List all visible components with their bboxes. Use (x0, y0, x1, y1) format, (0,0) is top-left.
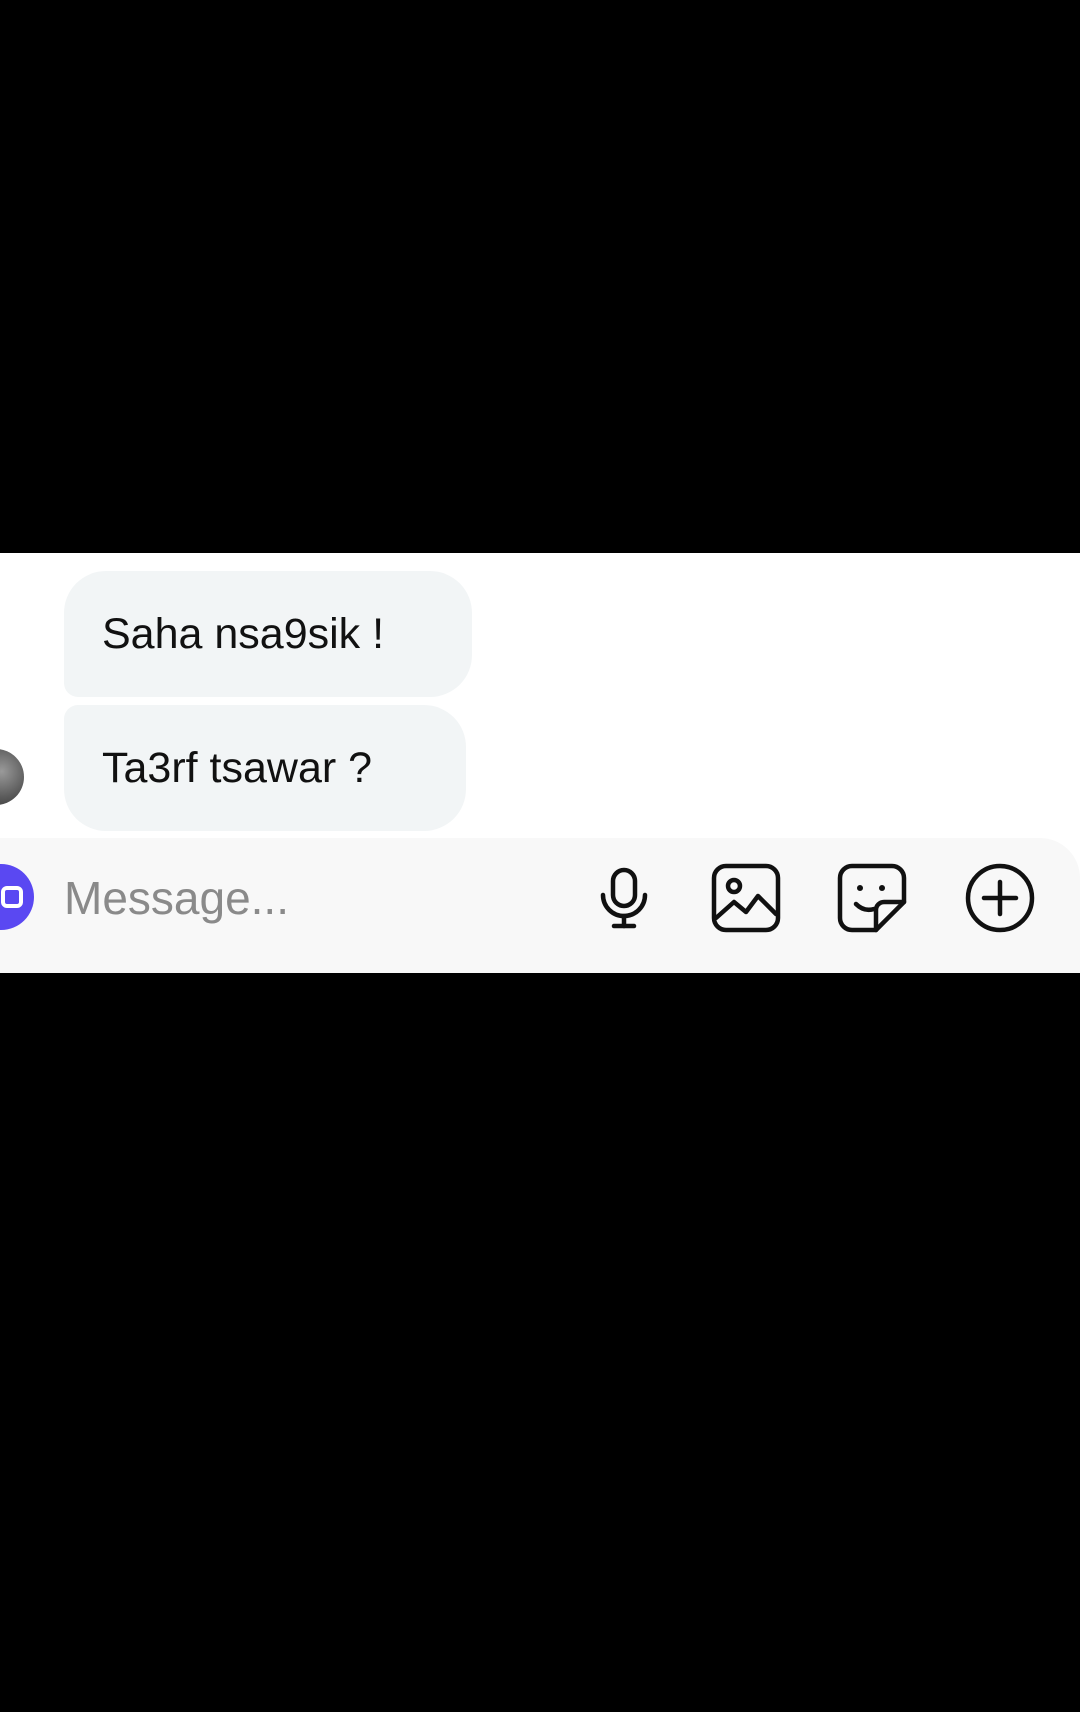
camera-icon (1, 886, 23, 908)
message-input[interactable] (64, 868, 544, 928)
camera-button[interactable] (0, 864, 34, 930)
plus-icon (965, 863, 1035, 933)
message-composer (0, 838, 1080, 973)
gallery-button[interactable] (708, 860, 784, 936)
chat-panel: Saha nsa9sik ! Ta3rf tsawar ? (0, 553, 1080, 973)
avatar[interactable] (0, 749, 24, 805)
microphone-icon (600, 867, 648, 929)
message-bubble[interactable]: Ta3rf tsawar ? (64, 705, 466, 831)
sticker-button[interactable] (834, 860, 910, 936)
screen: Saha nsa9sik ! Ta3rf tsawar ? (0, 0, 1080, 1712)
more-options-button[interactable] (962, 860, 1038, 936)
voice-message-button[interactable] (586, 860, 662, 936)
sticker-icon (837, 863, 907, 933)
message-text: Saha nsa9sik ! (102, 609, 385, 658)
message-bubble[interactable]: Saha nsa9sik ! (64, 571, 472, 697)
message-text: Ta3rf tsawar ? (102, 743, 373, 792)
gallery-icon (711, 863, 781, 933)
